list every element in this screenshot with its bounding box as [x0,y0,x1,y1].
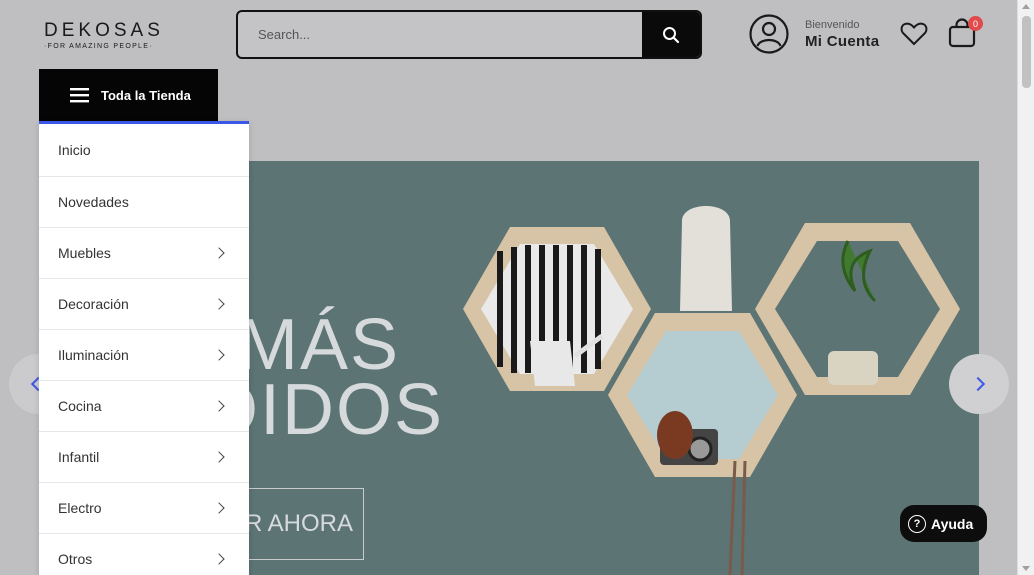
search-input[interactable] [238,12,642,57]
chevron-right-icon [213,298,225,310]
account-label: Mi Cuenta [805,32,880,50]
banner-headline-line2: OIDOS [230,370,445,450]
menu-item-label: Otros [58,551,93,567]
scroll-down-icon[interactable] [1022,566,1030,571]
menu-item-label: Iluminación [58,347,129,363]
menu-item-inicio[interactable]: Inicio [39,124,249,177]
hero-banner[interactable]: MÁS OIDOS R AHORA [230,161,979,575]
heart-icon [900,22,928,46]
menu-item-decoracion[interactable]: Decoración [39,279,249,330]
wishlist-button[interactable] [900,21,928,52]
chevron-right-icon [213,247,225,259]
chevron-right-icon [213,451,225,463]
cart-count-badge: 0 [968,16,983,31]
menu-item-label: Inicio [58,142,91,158]
chevron-right-icon [970,376,986,392]
site-logo[interactable]: DEKOSAS ·FOR AMAZING PEOPLE· [44,20,164,50]
chevron-right-icon [213,553,225,565]
menu-item-label: Decoración [58,296,129,312]
menu-item-label: Electro [58,500,102,516]
help-button[interactable]: ? Ayuda [900,505,987,542]
all-store-label: Toda la Tienda [101,87,191,103]
logo-name: DEKOSAS [44,20,164,41]
hamburger-icon [70,88,89,103]
scrollbar-thumb[interactable] [1022,16,1031,88]
logo-tagline: ·FOR AMAZING PEOPLE· [44,43,153,50]
chevron-right-icon [213,502,225,514]
page-scrollbar[interactable] [1017,0,1034,575]
search-bar [236,10,702,59]
menu-item-otros[interactable]: Otros [39,534,249,575]
carousel-next-button[interactable] [949,354,1009,414]
search-button[interactable] [642,12,700,57]
chevron-right-icon [213,349,225,361]
cart-button[interactable]: 0 [948,16,983,53]
chevron-right-icon [213,400,225,412]
welcome-text: Bienvenido [805,18,860,31]
menu-item-muebles[interactable]: Muebles [39,228,249,279]
help-label: Ayuda [931,515,974,532]
menu-item-infantil[interactable]: Infantil [39,432,249,483]
account-link[interactable]: Bienvenido Mi Cuenta [749,14,879,54]
menu-item-label: Cocina [58,398,102,414]
user-icon [749,14,789,54]
menu-item-iluminacion[interactable]: Iluminación [39,330,249,381]
banner-cta-button[interactable]: R AHORA [230,488,364,560]
scroll-up-icon[interactable] [1022,4,1030,9]
menu-item-cocina[interactable]: Cocina [39,381,249,432]
menu-item-label: Muebles [58,245,111,261]
menu-item-novedades[interactable]: Novedades [39,177,249,228]
question-icon: ? [908,514,926,533]
all-store-button[interactable]: Toda la Tienda [39,69,218,121]
menu-item-label: Novedades [58,194,129,210]
menu-item-label: Infantil [58,449,100,465]
search-icon [663,26,680,43]
category-menu: Inicio Novedades Muebles Decoración Ilum… [39,121,249,575]
menu-item-electro[interactable]: Electro [39,483,249,534]
